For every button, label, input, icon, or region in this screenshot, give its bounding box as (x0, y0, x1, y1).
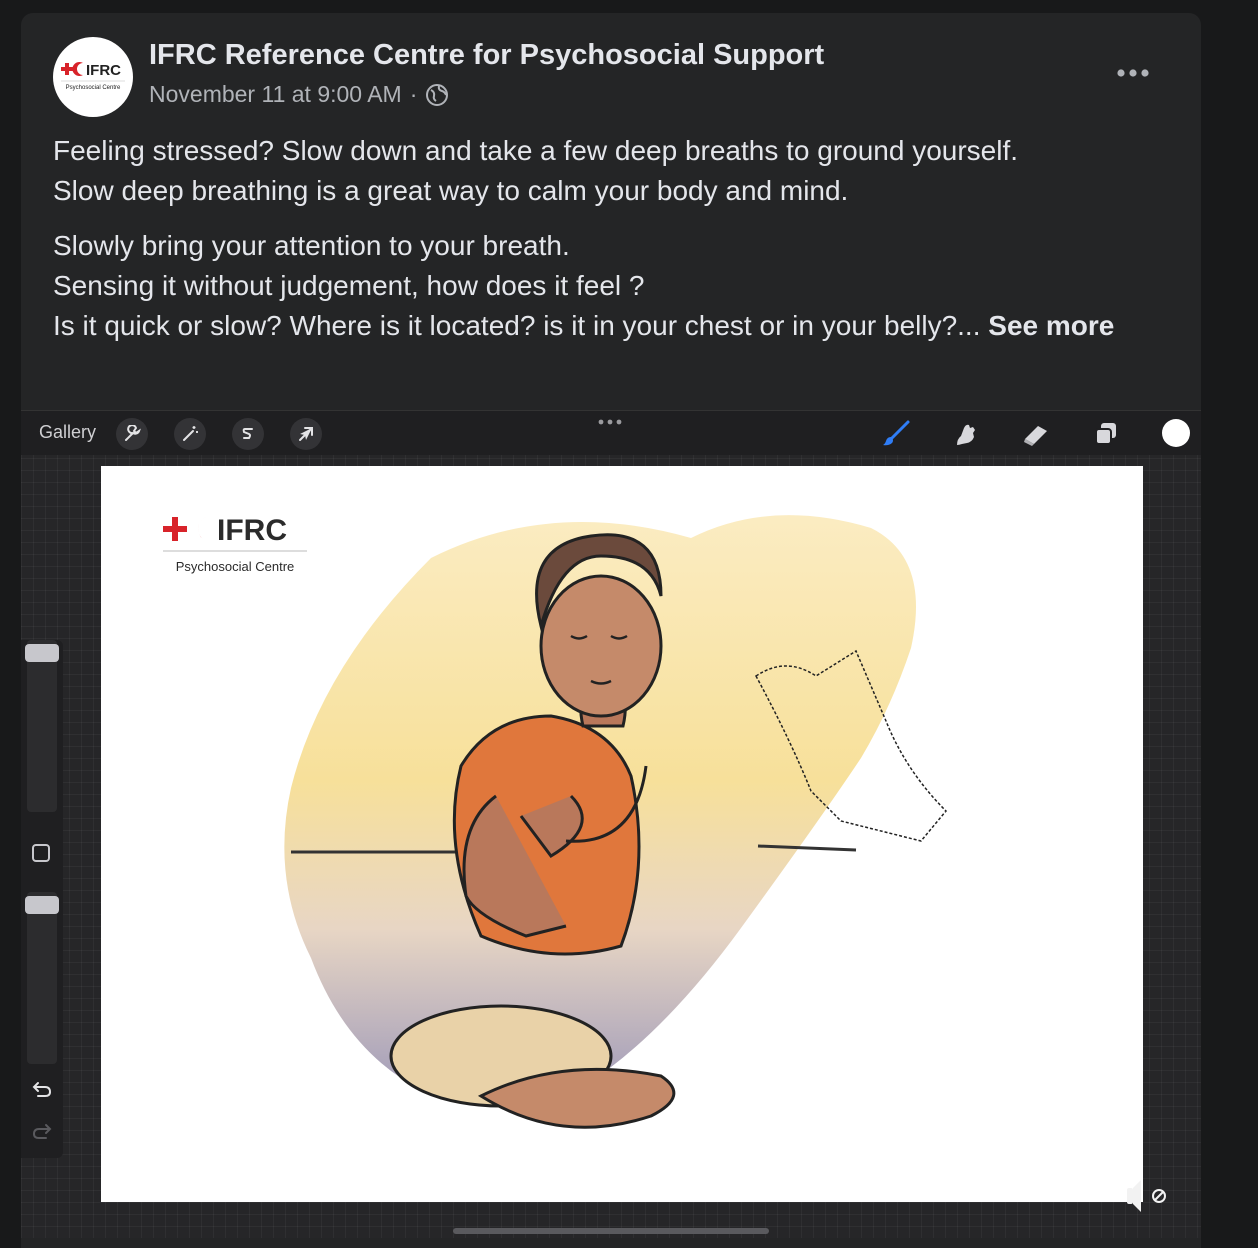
selection-button[interactable] (232, 418, 264, 450)
eraser-tool-button[interactable] (1019, 417, 1053, 451)
color-button[interactable] (1162, 419, 1190, 447)
post-options-button[interactable] (1111, 59, 1155, 87)
more-horizontal-icon (1117, 69, 1149, 77)
page-avatar[interactable]: IFRC Psychosocial Centre (53, 37, 133, 117)
page-name-link[interactable]: IFRC Reference Centre for Psychosocial S… (149, 39, 824, 72)
meta-separator: · (409, 81, 418, 107)
svg-text:IFRC: IFRC (86, 62, 121, 79)
see-more-link[interactable]: See more (988, 310, 1114, 341)
globe-icon (426, 83, 449, 106)
adjustments-button[interactable] (174, 418, 206, 450)
post-image[interactable]: Gallery IFRC Psychosocial Centre (21, 410, 1201, 1248)
ifrc-logo: IFRC Psychosocial Centre (61, 62, 125, 91)
toolbar-drag-handle[interactable] (593, 415, 627, 429)
home-indicator (453, 1228, 769, 1234)
opacity-slider[interactable] (25, 896, 59, 914)
canvas-logo-subtext: Psychosocial Centre (176, 559, 295, 574)
redo-button[interactable] (29, 1118, 55, 1144)
post-line: Feeling stressed? Slow down and take a f… (53, 135, 1019, 166)
brush-size-track[interactable] (27, 640, 57, 812)
sound-muted-icon (1127, 1180, 1166, 1212)
brush-tool-button[interactable] (879, 417, 913, 451)
svg-text:Psychosocial Centre: Psychosocial Centre (66, 85, 121, 91)
facebook-post: IFRC Psychosocial Centre IFRC Reference … (21, 13, 1201, 1248)
transform-arrow-icon (299, 427, 313, 441)
layers-icon (1095, 423, 1116, 445)
brush-icon (883, 420, 910, 446)
opacity-track[interactable] (27, 892, 57, 1064)
post-paragraph-1: Feeling stressed? Slow down and take a f… (53, 131, 1173, 211)
volume-button[interactable] (1123, 1174, 1169, 1218)
procreate-sidebar (21, 640, 63, 1158)
artwork-canvas[interactable]: IFRC Psychosocial Centre (101, 466, 1143, 1202)
post-line: Slowly bring your attention to your brea… (53, 230, 570, 261)
eraser-icon (1024, 426, 1047, 446)
redo-icon (32, 1124, 52, 1139)
post-line: Slow deep breathing is a great way to ca… (53, 175, 849, 206)
transform-button[interactable] (290, 418, 322, 450)
layers-button[interactable] (1089, 417, 1123, 451)
ifrc-logo: IFRC Psychosocial Centre (163, 514, 307, 574)
undo-button[interactable] (29, 1076, 55, 1102)
canvas-ifrc-logo: IFRC Psychosocial Centre (161, 512, 311, 584)
post-line: Is it quick or slow? Where is it located… (53, 310, 981, 341)
smudge-tool-button[interactable] (949, 417, 983, 451)
post-line: Sensing it without judgement, how does i… (53, 270, 645, 301)
gallery-button[interactable]: Gallery (39, 422, 96, 443)
post-meta: November 11 at 9:00 AM · (149, 81, 449, 108)
post-paragraph-2: Slowly bring your attention to your brea… (53, 226, 1173, 346)
undo-icon (32, 1082, 52, 1097)
magic-wand-icon (183, 426, 198, 441)
actions-button[interactable] (116, 418, 148, 450)
smudge-icon (957, 424, 975, 445)
procreate-toolbar: Gallery (21, 410, 1201, 455)
dots-icon (598, 419, 622, 425)
post-message: Feeling stressed? Slow down and take a f… (53, 131, 1173, 361)
selection-icon (242, 428, 253, 439)
brush-size-slider[interactable] (25, 644, 59, 662)
canvas-logo-text: IFRC (217, 514, 287, 547)
post-footer-strip (21, 1238, 1201, 1248)
post-timestamp[interactable]: November 11 at 9:00 AM (149, 81, 402, 108)
modify-button[interactable] (32, 844, 50, 862)
wrench-icon (125, 425, 141, 441)
